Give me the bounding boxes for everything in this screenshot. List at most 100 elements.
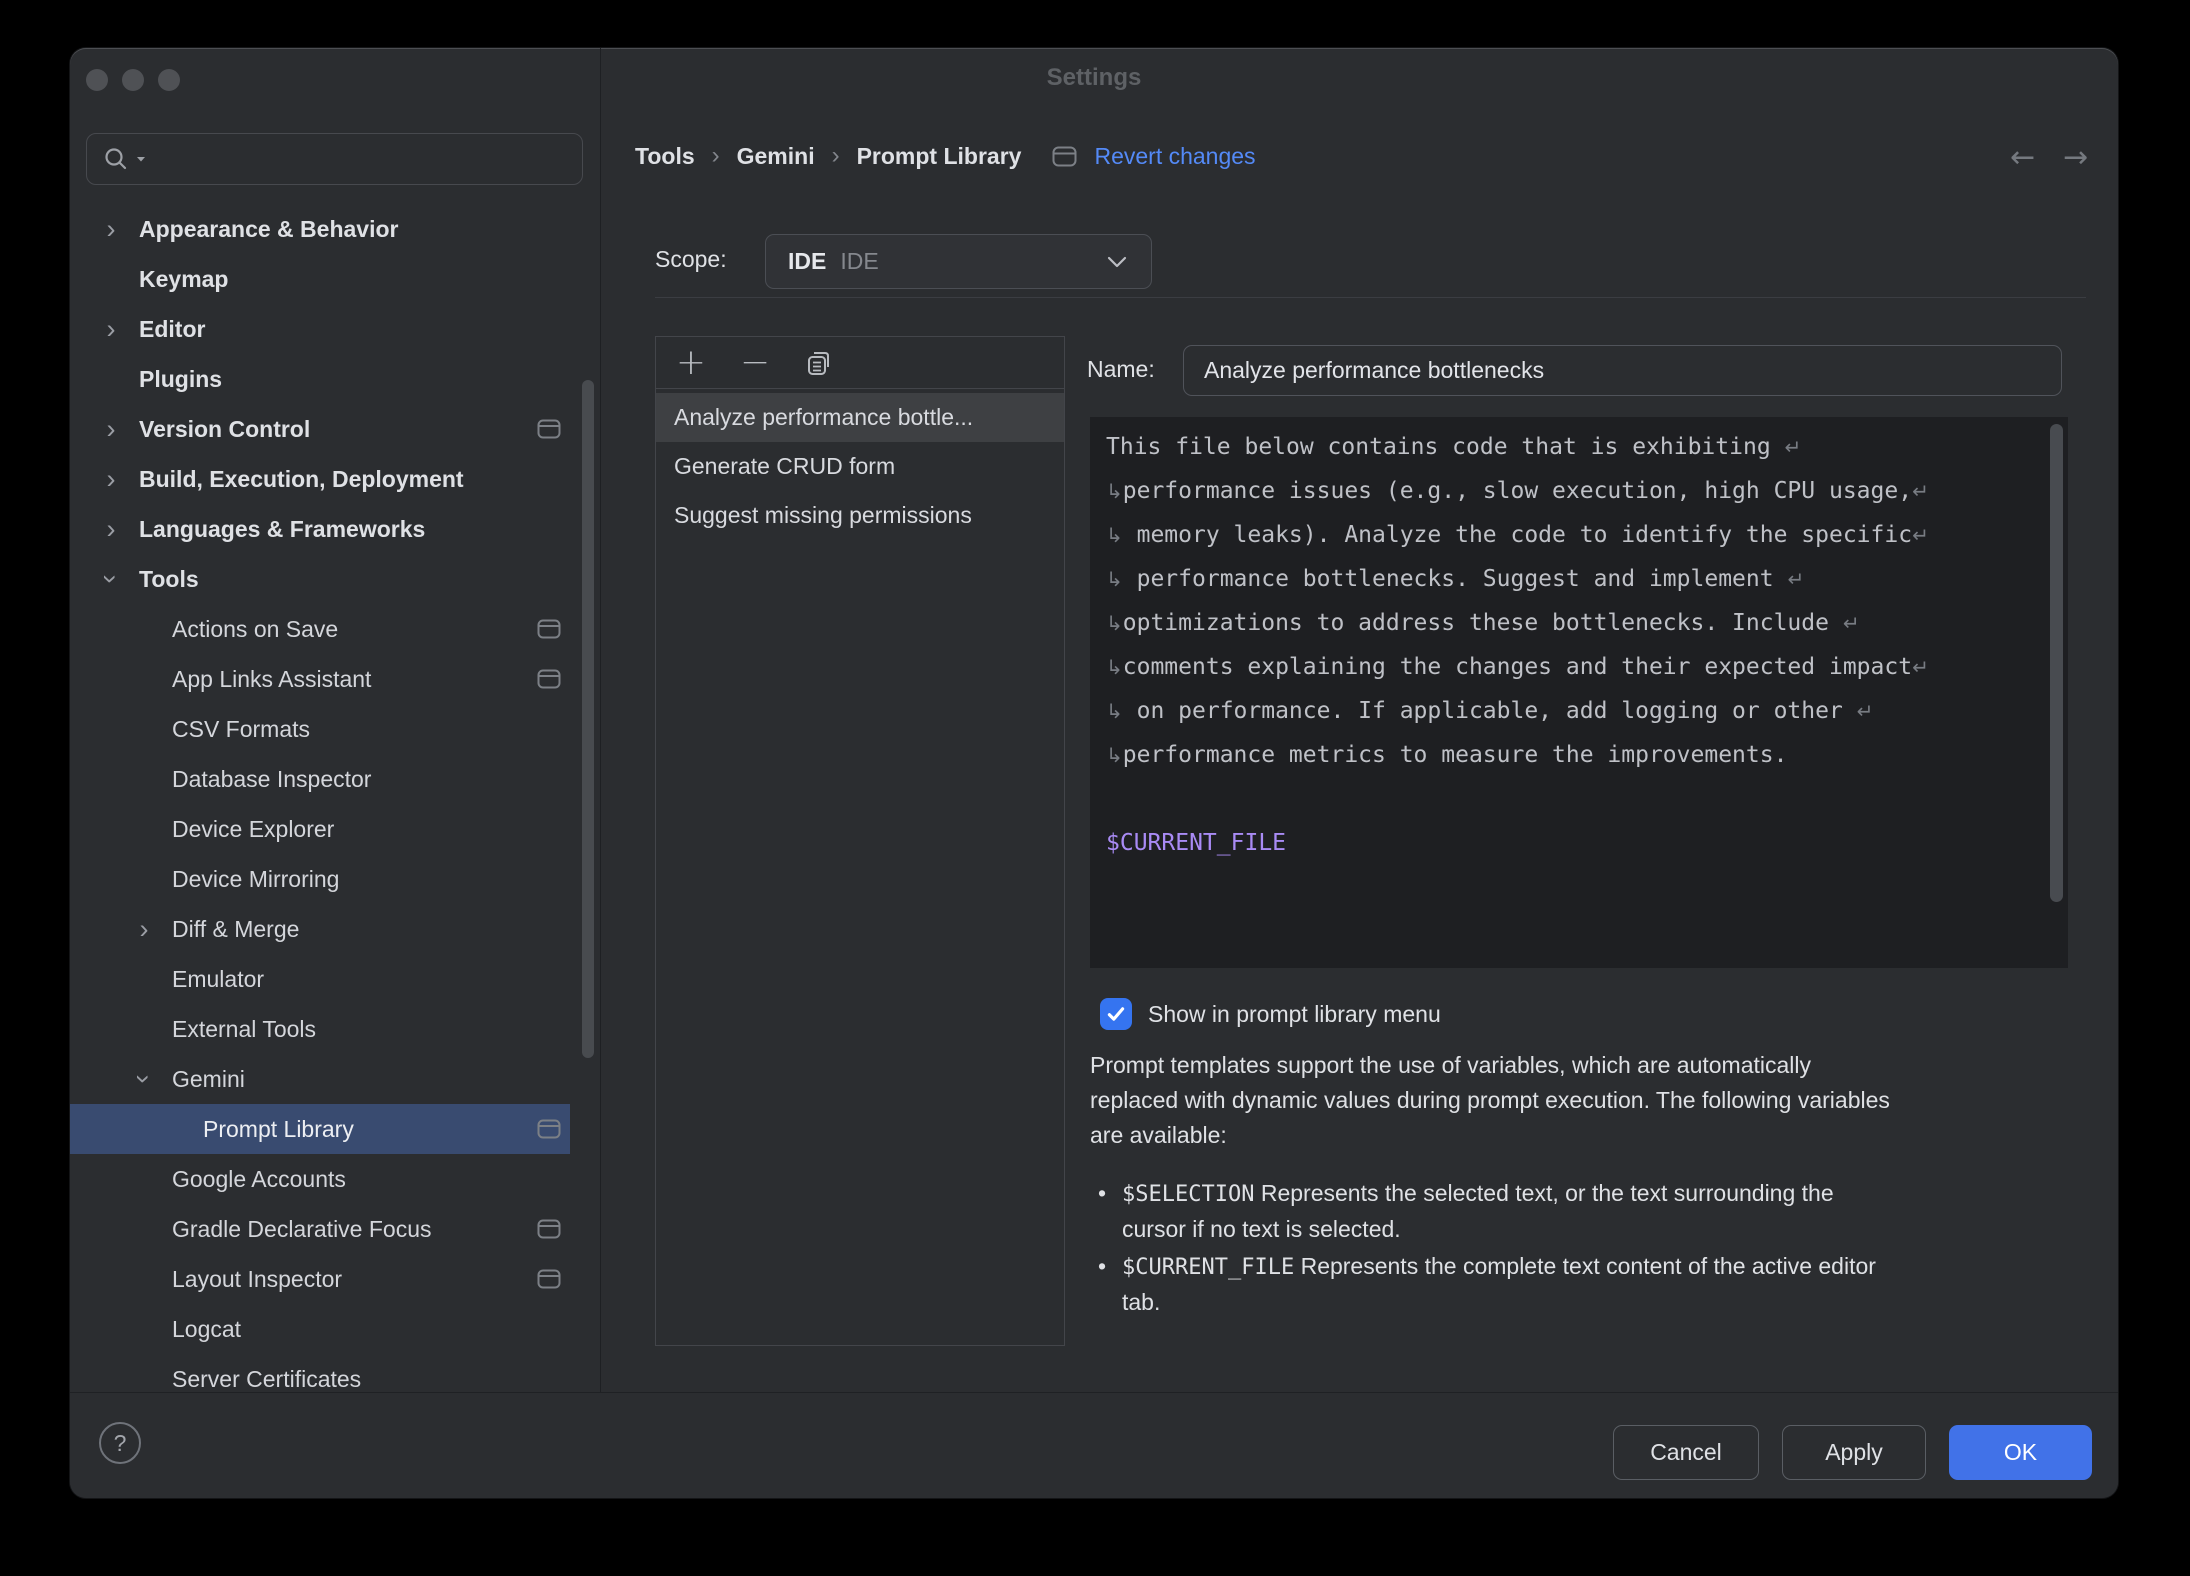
sidebar-item-tools[interactable]: ›Tools (70, 554, 570, 604)
sidebar-item-label: Device Explorer (172, 816, 334, 843)
panel-icon (537, 1119, 561, 1139)
sidebar-item-gradle-declarative-focus[interactable]: Gradle Declarative Focus (70, 1204, 570, 1254)
add-prompt-button[interactable]: + (674, 348, 708, 378)
prompt-list: Analyze performance bottle...Generate CR… (656, 389, 1064, 540)
chevron-right-icon[interactable]: › (96, 314, 126, 344)
name-label: Name: (1087, 356, 1155, 383)
prompt-list-panel: + − Analyze performance bottle...Generat… (655, 336, 1065, 1346)
soft-wrap-icon: ↵ (1785, 435, 1802, 459)
sidebar-item-label: CSV Formats (172, 716, 310, 743)
soft-wrap-icon: ↵ (1787, 567, 1804, 591)
code-line: ↳comments explaining the changes and the… (1106, 645, 2052, 689)
sidebar-item-label: Appearance & Behavior (139, 216, 398, 243)
chevron-right-icon[interactable]: › (96, 464, 126, 494)
remove-prompt-button[interactable]: − (738, 348, 772, 378)
back-icon[interactable]: ← (2010, 140, 2035, 175)
settings-search[interactable] (86, 133, 583, 185)
sidebar-item-label: Version Control (139, 416, 310, 443)
ok-button[interactable]: OK (1949, 1425, 2092, 1480)
sidebar-item-version-control[interactable]: › Version Control (70, 404, 570, 454)
soft-wrap-icon: ↵ (1912, 655, 1929, 679)
scope-dropdown[interactable]: IDE IDE (765, 234, 1152, 289)
sidebar-item-server-certificates[interactable]: Server Certificates (70, 1354, 570, 1392)
sidebar-item-build-execution-deployment[interactable]: ›Build, Execution, Deployment (70, 454, 570, 504)
help-button[interactable]: ? (99, 1422, 141, 1464)
forward-icon[interactable]: → (2063, 140, 2088, 175)
dialog-footer: ? Cancel Apply OK (70, 1392, 2118, 1498)
sidebar-item-prompt-library[interactable]: Prompt Library (70, 1104, 570, 1154)
soft-wrap-icon: ↵ (1857, 699, 1874, 723)
sidebar-item-keymap[interactable]: Keymap (70, 254, 570, 304)
panel-icon (537, 1219, 561, 1239)
prompt-name-input[interactable] (1183, 345, 2062, 396)
cancel-button[interactable]: Cancel (1613, 1425, 1759, 1480)
code-line: $CURRENT_FILE (1106, 821, 2052, 865)
sidebar-item-diff-merge[interactable]: ›Diff & Merge (70, 904, 570, 954)
prompt-item-1[interactable]: Analyze performance bottle... (656, 393, 1064, 442)
soft-wrap-icon: ↵ (1843, 611, 1860, 635)
chevron-right-icon[interactable]: › (96, 514, 126, 544)
sidebar-item-device-mirroring[interactable]: Device Mirroring (70, 854, 570, 904)
sidebar-item-label: Device Mirroring (172, 866, 339, 893)
panel-icon (537, 619, 561, 639)
show-in-menu-checkbox[interactable] (1100, 998, 1132, 1030)
code-line: ↳performance metrics to measure the impr… (1106, 733, 2052, 777)
sidebar-divider (600, 48, 601, 1392)
breadcrumb-gemini[interactable]: Gemini (737, 143, 815, 170)
sidebar-item-layout-inspector[interactable]: Layout Inspector (70, 1254, 570, 1304)
chevron-right-icon[interactable]: › (96, 414, 126, 444)
scope-divider (655, 297, 2086, 298)
sidebar-scrollbar[interactable] (582, 380, 594, 1058)
panel-icon (537, 669, 561, 689)
code-line: ↳ performance bottlenecks. Suggest and i… (1106, 557, 2052, 601)
settings-sidebar: › Appearance & Behavior Keymap›Editor Plugi… (70, 48, 600, 1392)
sidebar-item-appearance-behavior[interactable]: › Appearance & Behavior (70, 204, 570, 254)
chevron-down-icon[interactable]: › (129, 1064, 159, 1094)
sidebar-item-logcat[interactable]: Logcat (70, 1304, 570, 1354)
sidebar-item-label: Gemini (172, 1066, 245, 1093)
sidebar-item-device-explorer[interactable]: Device Explorer (70, 804, 570, 854)
sidebar-item-gemini[interactable]: › Gemini (70, 1054, 570, 1104)
prompt-item-2[interactable]: Generate CRUD form (656, 442, 1064, 491)
soft-wrap-icon: ↵ (1912, 523, 1929, 547)
sidebar-item-label: Emulator (172, 966, 264, 993)
breadcrumb-prompt-library[interactable]: Prompt Library (857, 143, 1022, 170)
chevron-right-icon[interactable]: › (129, 914, 159, 944)
breadcrumb-tools[interactable]: Tools (635, 143, 695, 170)
sidebar-item-plugins[interactable]: Plugins (70, 354, 570, 404)
sidebar-item-editor[interactable]: ›Editor (70, 304, 570, 354)
prompt-item-3[interactable]: Suggest missing permissions (656, 491, 1064, 540)
scope-value: IDE (788, 248, 826, 275)
chevron-down-icon[interactable]: › (96, 564, 126, 594)
prompt-list-toolbar: + − (656, 337, 1064, 389)
soft-wrap-icon: ↳ (1106, 567, 1123, 591)
sidebar-item-external-tools[interactable]: External Tools (70, 1004, 570, 1054)
apply-button[interactable]: Apply (1782, 1425, 1926, 1480)
revert-changes-link[interactable]: Revert changes (1094, 143, 1255, 170)
sidebar-item-label: Server Certificates (172, 1366, 361, 1393)
chevron-right-icon[interactable]: › (96, 214, 126, 244)
panel-icon (537, 1269, 561, 1289)
sidebar-item-emulator[interactable]: Emulator (70, 954, 570, 1004)
sidebar-item-languages-frameworks[interactable]: ›Languages & Frameworks (70, 504, 570, 554)
sidebar-item-actions-on-save[interactable]: Actions on Save (70, 604, 570, 654)
panel-icon (1052, 146, 1077, 167)
breadcrumb-separator-icon: › (712, 142, 720, 170)
variable-name: $CURRENT_FILE (1122, 1255, 1294, 1280)
editor-scrollbar[interactable] (2050, 424, 2063, 902)
duplicate-prompt-icon[interactable] (802, 348, 836, 378)
sidebar-item-google-accounts[interactable]: Google Accounts (70, 1154, 570, 1204)
sidebar-item-label: Plugins (139, 366, 222, 393)
search-options-caret-icon[interactable] (135, 154, 147, 164)
prompt-text-editor[interactable]: This file below contains code that is ex… (1090, 417, 2068, 968)
soft-wrap-icon: ↳ (1106, 699, 1123, 723)
sidebar-item-csv-formats[interactable]: CSV Formats (70, 704, 570, 754)
search-input[interactable] (151, 146, 568, 172)
history-nav: ← → (2010, 140, 2088, 175)
sidebar-item-label: Google Accounts (172, 1166, 346, 1193)
code-line: ↳optimizations to address these bottlene… (1106, 601, 2052, 645)
settings-window: Settings ›Appearance & BehaviorKeymap›Ed… (70, 48, 2118, 1498)
sidebar-item-app-links-assistant[interactable]: App Links Assistant (70, 654, 570, 704)
sidebar-item-database-inspector[interactable]: Database Inspector (70, 754, 570, 804)
soft-wrap-icon: ↳ (1106, 479, 1123, 503)
